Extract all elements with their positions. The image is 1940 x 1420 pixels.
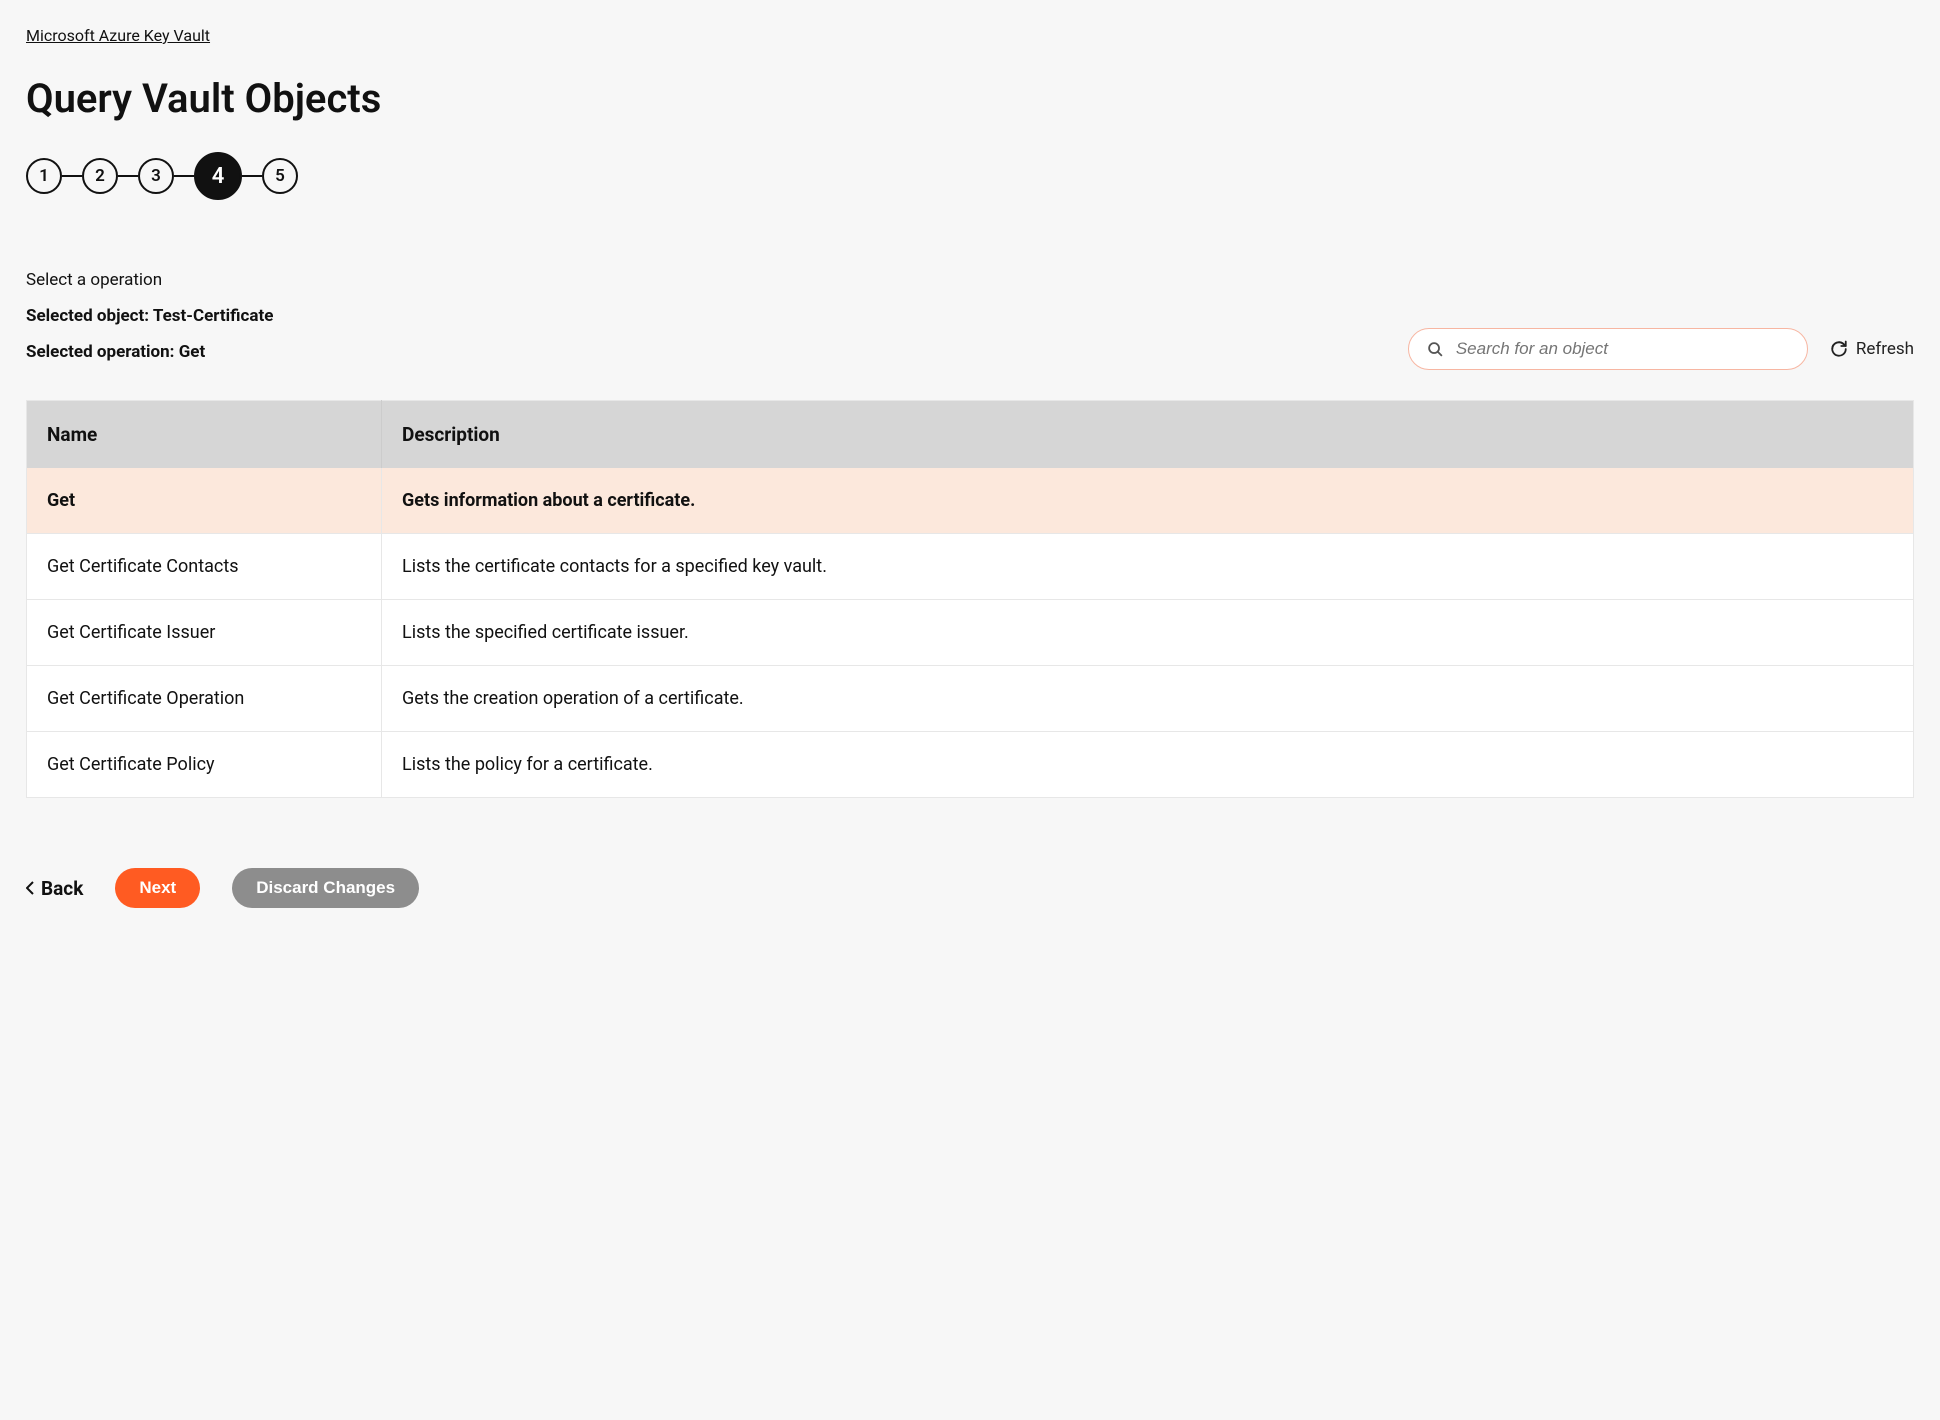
step-connector — [118, 175, 138, 177]
cell-description: Lists the certificate contacts for a spe… — [382, 534, 1914, 600]
next-button[interactable]: Next — [115, 868, 200, 908]
refresh-button[interactable]: Refresh — [1830, 339, 1914, 359]
operations-table: Name Description GetGets information abo… — [26, 400, 1914, 798]
col-header-name: Name — [27, 401, 382, 469]
selected-object: Selected object: Test-Certificate — [26, 306, 1914, 326]
table-row[interactable]: GetGets information about a certificate. — [27, 468, 1914, 534]
back-button[interactable]: Back — [26, 877, 83, 900]
cell-description: Gets information about a certificate. — [382, 468, 1914, 534]
cell-name: Get Certificate Policy — [27, 732, 382, 798]
cell-name: Get Certificate Issuer — [27, 600, 382, 666]
cell-name: Get — [27, 468, 382, 534]
step-3[interactable]: 3 — [138, 158, 174, 194]
search-icon — [1427, 341, 1444, 358]
search-field-wrap[interactable] — [1408, 328, 1808, 370]
page-title: Query Vault Objects — [26, 75, 1914, 122]
cell-name: Get Certificate Contacts — [27, 534, 382, 600]
refresh-label: Refresh — [1856, 339, 1914, 359]
table-row[interactable]: Get Certificate PolicyLists the policy f… — [27, 732, 1914, 798]
step-2[interactable]: 2 — [82, 158, 118, 194]
step-1[interactable]: 1 — [26, 158, 62, 194]
refresh-icon — [1830, 340, 1848, 358]
cell-name: Get Certificate Operation — [27, 666, 382, 732]
cell-description: Lists the specified certificate issuer. — [382, 600, 1914, 666]
table-row[interactable]: Get Certificate OperationGets the creati… — [27, 666, 1914, 732]
discard-button[interactable]: Discard Changes — [232, 868, 419, 908]
cell-description: Gets the creation operation of a certifi… — [382, 666, 1914, 732]
back-label: Back — [41, 877, 83, 900]
cell-description: Lists the policy for a certificate. — [382, 732, 1914, 798]
step-5[interactable]: 5 — [262, 158, 298, 194]
table-row[interactable]: Get Certificate ContactsLists the certif… — [27, 534, 1914, 600]
stepper: 12345 — [26, 152, 1914, 200]
breadcrumb-link[interactable]: Microsoft Azure Key Vault — [26, 26, 210, 45]
col-header-description: Description — [382, 401, 1914, 469]
step-connector — [62, 175, 82, 177]
step-connector — [242, 175, 262, 177]
search-input[interactable] — [1456, 339, 1789, 359]
prompt-text: Select a operation — [26, 270, 1914, 290]
chevron-left-icon — [26, 881, 35, 895]
table-row[interactable]: Get Certificate IssuerLists the specifie… — [27, 600, 1914, 666]
step-connector — [174, 175, 194, 177]
step-4[interactable]: 4 — [194, 152, 242, 200]
